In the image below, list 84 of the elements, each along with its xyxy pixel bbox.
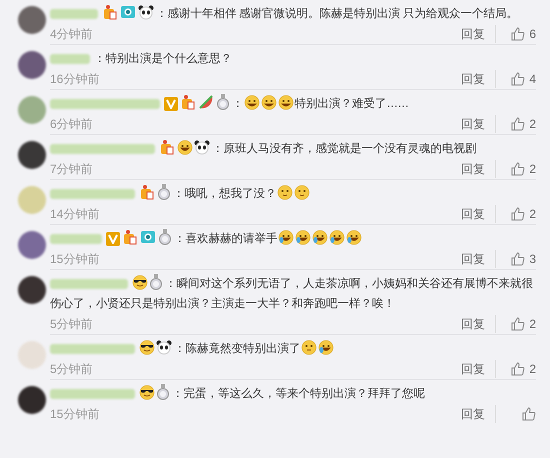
reply-link[interactable]: 回复 bbox=[461, 360, 496, 378]
medal-badge-icon bbox=[158, 229, 172, 245]
comment-time: 4分钟前 bbox=[50, 26, 94, 43]
crying-laughing-emoji-icon bbox=[318, 339, 334, 355]
reply-link[interactable]: 回复 bbox=[461, 25, 496, 43]
vip-badge-icon bbox=[106, 232, 120, 246]
reply-link[interactable]: 回复 bbox=[461, 205, 496, 223]
fan-badge-icon bbox=[139, 184, 155, 200]
reply-link[interactable]: 回复 bbox=[461, 315, 496, 333]
medal-badge-icon bbox=[156, 384, 170, 400]
avatar[interactable] bbox=[18, 51, 46, 79]
thumbs-up-icon[interactable] bbox=[511, 162, 526, 176]
comment-time: 5分钟前 bbox=[50, 316, 94, 333]
thumbs-up-icon[interactable] bbox=[511, 117, 526, 131]
avatar[interactable] bbox=[18, 386, 46, 414]
fan-badge-icon bbox=[122, 229, 138, 245]
reply-link[interactable]: 回复 bbox=[461, 115, 496, 133]
watermelon-badge-icon bbox=[198, 94, 214, 110]
comment-time: 6分钟前 bbox=[50, 116, 94, 133]
thumbs-up-icon[interactable] bbox=[511, 27, 526, 41]
crying-laughing-emoji-icon bbox=[328, 229, 344, 245]
avatar[interactable] bbox=[18, 276, 46, 304]
comment-time: 15分钟前 bbox=[50, 251, 100, 268]
like-count: 6 bbox=[529, 26, 536, 43]
comment-text: ：感谢十年相伴 感谢官微说明。陈赫是特别出演 只为给观众一个结局。 bbox=[156, 8, 518, 20]
crying-laughing-emoji-icon bbox=[294, 229, 310, 245]
shrugging-emoji-icon bbox=[300, 339, 316, 355]
thumbs-up-icon[interactable] bbox=[511, 317, 526, 331]
panda-badge-icon bbox=[194, 139, 210, 155]
like-count: 2 bbox=[529, 316, 536, 333]
comment-text: ：瞬间对这个系列无语了，人走茶凉啊，小姨妈和关谷还有展博不来就很 bbox=[165, 278, 533, 290]
medal-badge-icon bbox=[216, 94, 230, 110]
camera-badge-icon bbox=[140, 229, 156, 245]
reply-link[interactable]: 回复 bbox=[461, 405, 496, 423]
crying-laughing-emoji-icon bbox=[346, 229, 362, 245]
grinning-emoji-icon bbox=[244, 94, 260, 110]
reply-link[interactable]: 回复 bbox=[461, 70, 496, 88]
like-count: 2 bbox=[529, 206, 536, 223]
like-count: 4 bbox=[529, 71, 536, 88]
comment-time: 15分钟前 bbox=[50, 406, 100, 423]
comment-text: ： bbox=[232, 98, 244, 110]
crying-laughing-emoji-icon bbox=[278, 229, 294, 245]
cat-emoji-icon bbox=[294, 184, 310, 200]
comment-text: ：哦吼，想我了没？ bbox=[173, 188, 276, 200]
crying-laughing-emoji-icon bbox=[312, 229, 328, 245]
comment-time: 5分钟前 bbox=[50, 361, 94, 378]
comment-text: ：特别出演是个什么意思？ bbox=[94, 53, 232, 65]
sunglasses-emoji-icon bbox=[139, 339, 155, 355]
thumbs-up-icon[interactable] bbox=[511, 362, 526, 376]
like-count: 2 bbox=[529, 161, 536, 178]
grinning-emoji-icon bbox=[278, 94, 294, 110]
camera-badge-icon bbox=[120, 4, 136, 20]
panda-badge-icon bbox=[156, 339, 172, 355]
comment-text: 伤心了，小贤还只是特别出演？主演走一大半？和奔跑吧一样？唉！ bbox=[50, 296, 395, 312]
sunglasses-emoji-icon bbox=[132, 274, 148, 290]
medal-badge-icon bbox=[157, 184, 171, 200]
thumbs-up-icon[interactable] bbox=[511, 252, 526, 266]
like-count: 2 bbox=[529, 116, 536, 133]
like-count: 3 bbox=[529, 251, 536, 268]
comment-text: ：完蛋，等这么久，等来个特别出演？拜拜了您呢 bbox=[172, 388, 425, 400]
reply-link[interactable]: 回复 bbox=[461, 160, 496, 178]
vip-badge-icon bbox=[164, 96, 178, 111]
fan-badge-icon bbox=[180, 94, 196, 110]
comment-text: ：喜欢赫赫的请举手 bbox=[174, 233, 278, 245]
panda-badge-icon bbox=[138, 4, 154, 20]
medal-badge-icon bbox=[149, 274, 163, 290]
comment-text: ：原班人马没有齐，感觉就是一个没有灵魂的电视剧 bbox=[212, 143, 476, 155]
thumbs-up-icon[interactable] bbox=[511, 207, 526, 221]
fan-badge-icon bbox=[102, 4, 118, 20]
comment-text: 特别出演？难受了…… bbox=[294, 98, 408, 110]
fan-badge-icon bbox=[159, 139, 175, 155]
sunglasses-emoji-icon bbox=[139, 384, 155, 400]
thumbs-up-icon[interactable] bbox=[511, 72, 526, 86]
comment-time: 16分钟前 bbox=[50, 71, 100, 88]
comment-text: ：陈赫竟然变特别出演了 bbox=[174, 343, 300, 355]
cat-emoji-icon bbox=[276, 184, 292, 200]
like-count: 2 bbox=[529, 361, 536, 378]
comment-time: 7分钟前 bbox=[50, 161, 94, 178]
comment-time: 14分钟前 bbox=[50, 206, 100, 223]
laughing-emoji-icon bbox=[177, 139, 193, 155]
grinning-emoji-icon bbox=[260, 94, 276, 110]
reply-link[interactable]: 回复 bbox=[461, 250, 496, 268]
thumbs-up-icon[interactable] bbox=[522, 407, 536, 421]
avatar[interactable] bbox=[18, 141, 46, 169]
